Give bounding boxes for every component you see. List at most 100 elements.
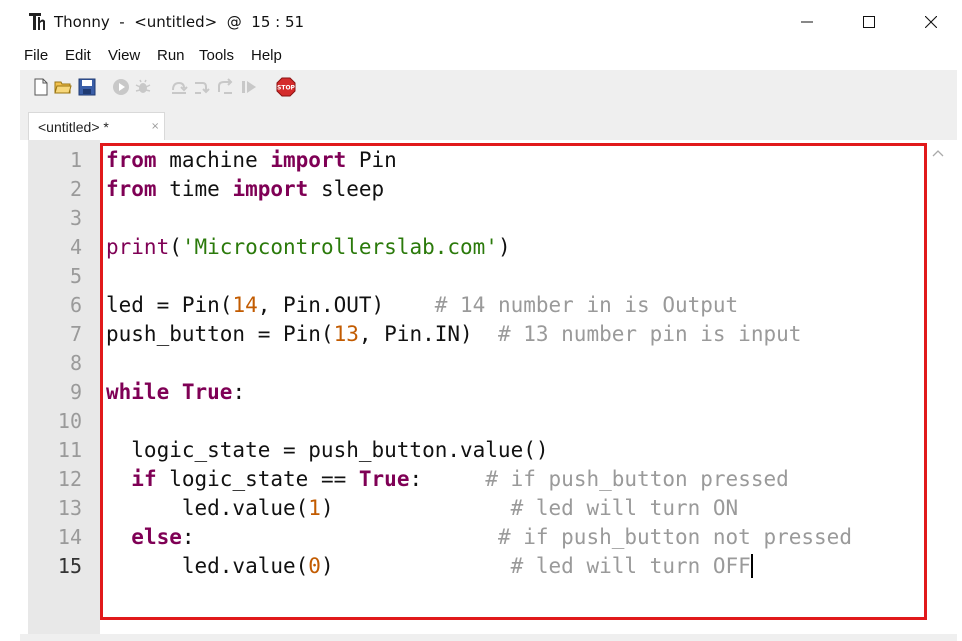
code-line[interactable]: push_button = Pin(13, Pin.IN) # 13 numbe… [106,320,801,349]
code-token: # led will turn OFF [510,554,751,578]
code-token: ) [320,554,511,578]
code-token: # 13 number pin is input [497,322,802,346]
resume-icon[interactable] [240,78,258,96]
toolbar: STOP [20,70,957,104]
code-line[interactable]: if logic_state == True: # if push_button… [106,465,789,494]
code-token: led.value( [106,496,309,520]
run-icon[interactable] [112,78,130,96]
menu-edit[interactable]: Edit [65,47,91,64]
line-number: 4 [69,235,82,259]
close-icon [925,16,937,28]
vertical-scrollbar[interactable] [928,142,948,632]
line-number: 3 [69,206,82,230]
tab-close-icon[interactable]: × [151,121,159,132]
code-token: # 14 number in is Output [434,293,739,317]
code-line[interactable]: from machine import Pin [106,146,397,175]
line-number: 2 [69,177,82,201]
code-line[interactable]: print('Microcontrollerslab.com') [106,233,511,262]
code-token: , Pin.IN) [358,322,498,346]
code-token: ( [169,235,182,259]
line-number-gutter: 1 2 3 4 5 6 7 8 9 10 11 12 13 14 15 [28,140,100,634]
maximize-icon [863,16,875,28]
code-token: machine [156,148,271,172]
close-button[interactable] [908,6,954,38]
menu-bar: File Edit View Run Tools Help [0,44,962,68]
code-token: sleep [308,177,385,201]
code-token: time [156,177,233,201]
code-area[interactable]: from machine import Pin from time import … [106,140,946,634]
code-token: 0 [308,554,321,578]
line-number: 15 [57,554,82,578]
line-number: 13 [57,496,82,520]
line-number: 11 [57,438,82,462]
menu-tools[interactable]: Tools [199,47,234,64]
bottom-bar [20,634,957,641]
minimize-icon [801,21,813,23]
open-folder-icon[interactable] [54,78,72,96]
minimize-button[interactable] [784,6,830,38]
line-number: 10 [57,409,82,433]
line-number: 5 [69,264,82,288]
line-number: 8 [69,351,82,375]
code-token: True [358,467,410,491]
code-token: # led will turn ON [510,496,739,520]
code-token: 14 [232,293,258,317]
code-token: ) [497,235,511,259]
line-number: 14 [57,525,82,549]
code-token: if [131,467,157,491]
code-editor[interactable]: 1 2 3 4 5 6 7 8 9 10 11 12 13 14 15 from machine impor… [28,140,957,634]
step-into-icon[interactable] [193,78,211,96]
chevron-up-icon[interactable] [932,148,944,158]
step-over-icon[interactable] [170,78,188,96]
code-line[interactable]: from time import sleep [106,175,384,204]
code-line[interactable]: led.value(0) # led will turn OFF [106,552,753,581]
code-token: logic_state = push_button.value() [106,438,549,462]
code-token: led = Pin( [106,293,233,317]
code-token: push_button = Pin( [106,322,334,346]
code-token: import [270,148,347,172]
menu-help[interactable]: Help [251,47,282,64]
step-out-icon[interactable] [216,78,234,96]
new-file-icon[interactable] [32,78,50,96]
code-token: # if push_button not pressed [497,525,852,549]
code-line[interactable]: led = Pin(14, Pin.OUT) # 14 number in is… [106,291,738,320]
menu-file[interactable]: File [24,47,48,64]
code-line[interactable]: led.value(1) # led will turn ON [106,494,738,523]
line-number: 9 [69,380,82,404]
code-token: Pin [346,148,397,172]
title-bar: Thonny - <untitled> @ 15 : 51 [0,0,962,44]
code-token: print [106,235,170,259]
code-token: 1 [308,496,321,520]
code-token: while [106,380,170,404]
code-line[interactable]: while True: [106,378,245,407]
maximize-button[interactable] [846,6,892,38]
code-token: from [106,177,157,201]
code-token: True [181,380,233,404]
code-line[interactable]: else: # if push_button not pressed [106,523,852,552]
code-token: : [232,380,246,404]
menu-view[interactable]: View [108,47,140,64]
code-line[interactable]: logic_state = push_button.value() [106,436,549,465]
save-icon[interactable] [78,78,96,96]
code-token: 'Microcontrollerslab.com' [181,235,498,259]
line-number: 1 [69,148,82,172]
code-token: : [181,525,498,549]
debug-icon[interactable] [134,78,152,96]
menu-run[interactable]: Run [157,47,185,64]
code-token: : [409,467,486,491]
text-caret [750,554,753,578]
code-token: ) [320,496,511,520]
code-token: 13 [333,322,359,346]
code-token: import [232,177,309,201]
code-token: , Pin.OUT) [257,293,435,317]
code-token: led.value( [106,554,309,578]
code-token: else [131,525,182,549]
tab-untitled[interactable]: <untitled> * × [28,112,165,141]
stop-icon[interactable]: STOP [276,77,296,97]
line-number: 6 [69,293,82,317]
code-token: logic_state == [156,467,359,491]
code-token: # if push_button pressed [485,467,789,491]
